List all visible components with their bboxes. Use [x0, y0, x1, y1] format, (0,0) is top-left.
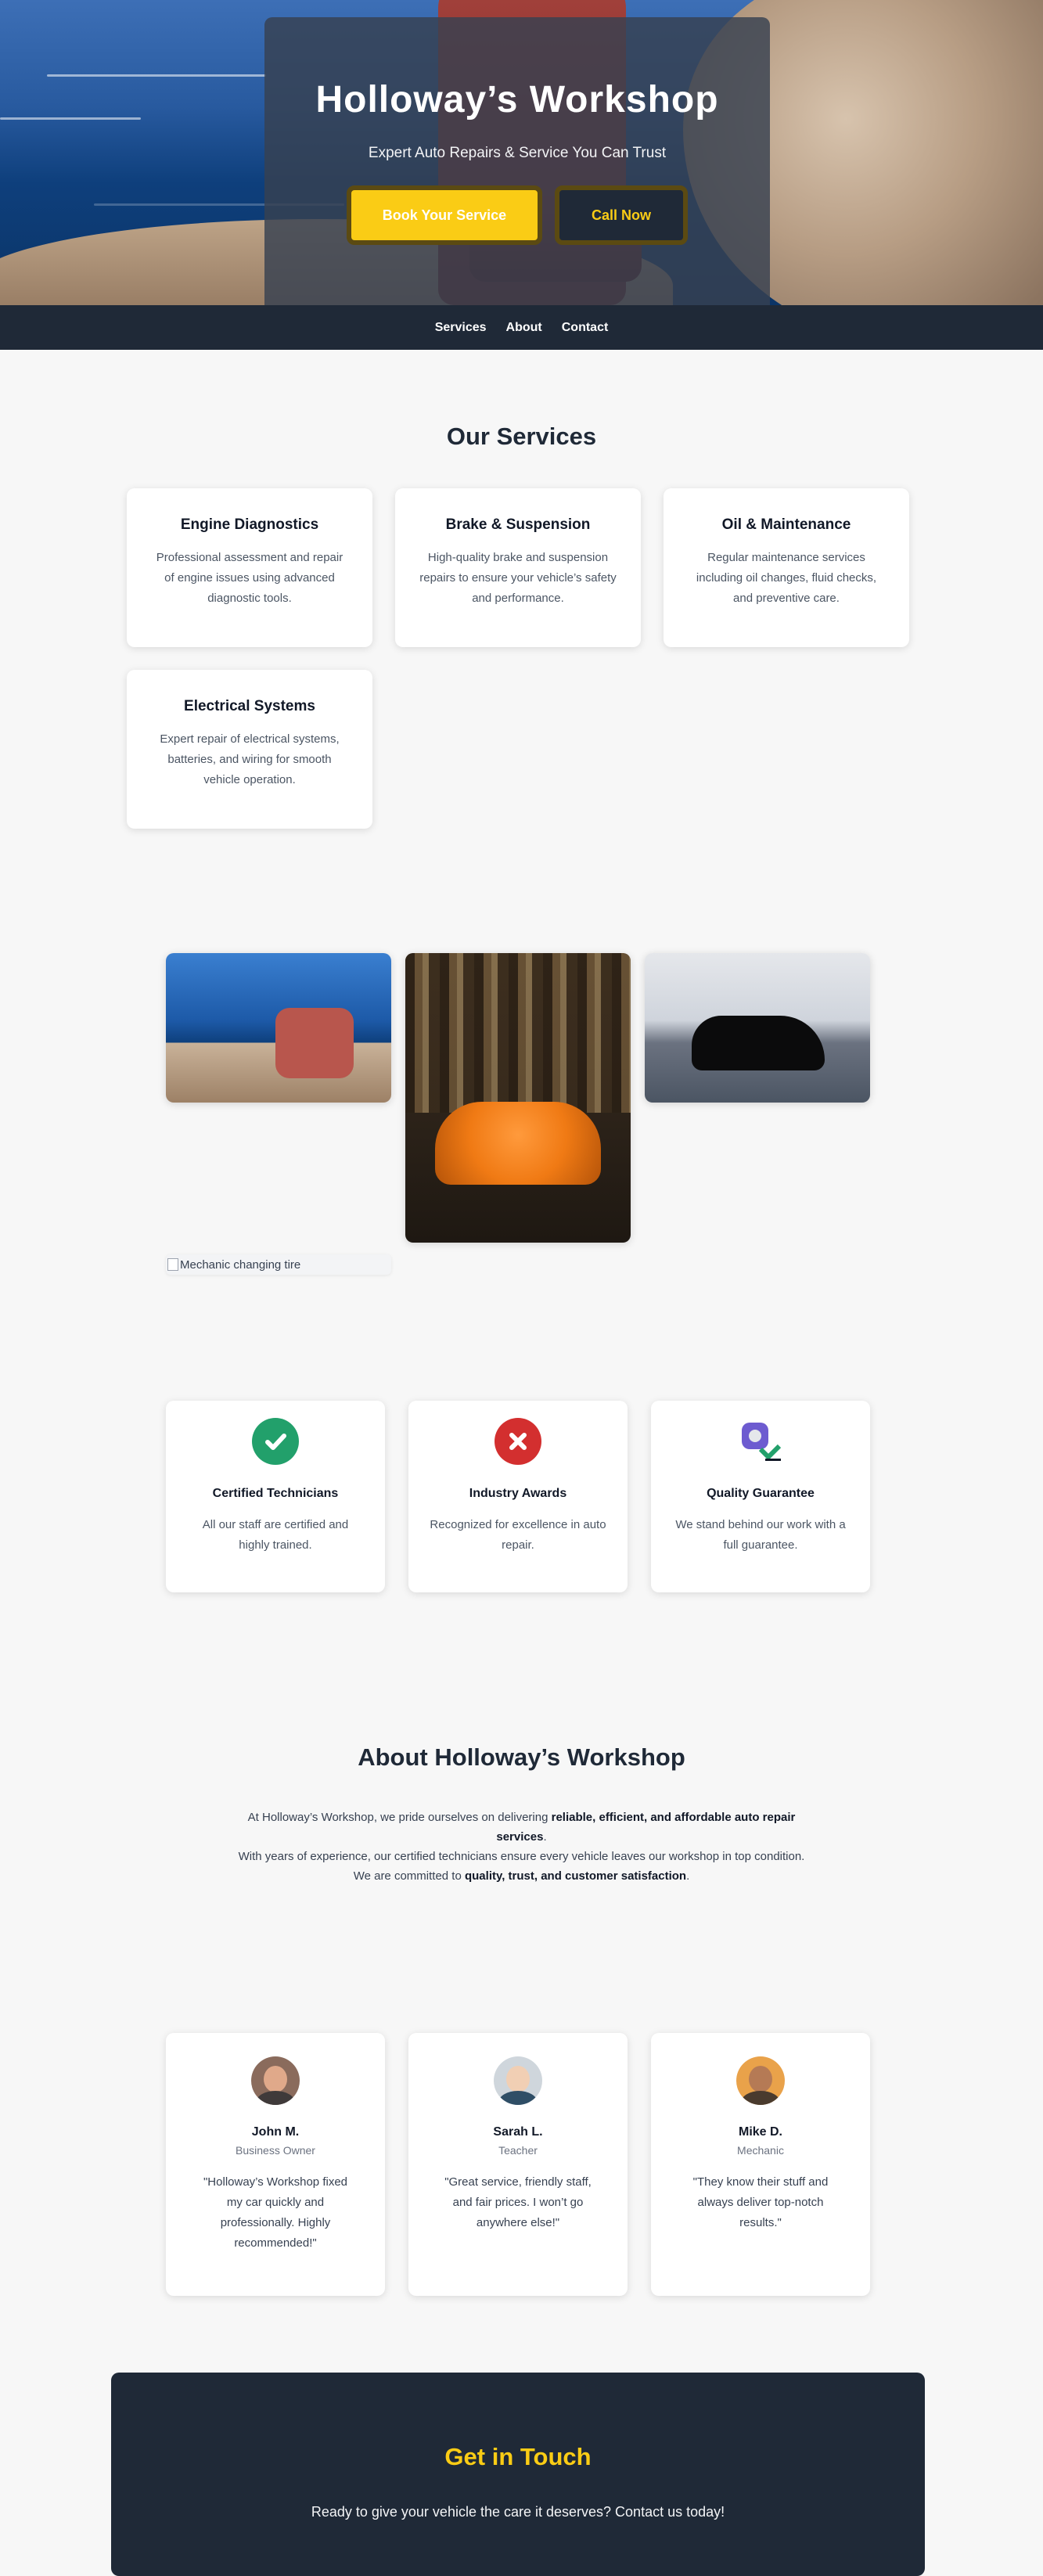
- nav-item-contact[interactable]: Contact: [562, 321, 609, 335]
- book-service-button[interactable]: Book Your Service: [347, 185, 542, 245]
- feature-title: Quality Guarantee: [707, 1487, 815, 1500]
- about-paragraph-1: At Holloway’s Workshop, we pride ourselv…: [235, 1808, 808, 1847]
- about-title: About Holloway’s Workshop: [358, 1743, 685, 1771]
- gallery-image-chair: [166, 953, 391, 1103]
- avatar-body: [498, 2091, 538, 2105]
- broken-image-alt: Mechanic changing tire: [180, 1257, 301, 1272]
- service-card-engine: Engine Diagnostics Professional assessme…: [127, 488, 372, 647]
- about-text-span: At Holloway’s Workshop, we pride ourselv…: [247, 1811, 552, 1824]
- about-text: At Holloway’s Workshop, we pride ourselv…: [235, 1808, 808, 1886]
- avatar-body: [256, 2091, 295, 2105]
- gallery-trees-shape: [405, 953, 631, 1113]
- hero-bg-wave: [0, 117, 141, 120]
- gallery-image-broken: Mechanic changing tire: [166, 1254, 391, 1275]
- avatar-body: [741, 2091, 780, 2105]
- gallery-image-black-car: [645, 953, 870, 1103]
- service-title: Brake & Suspension: [445, 516, 591, 533]
- testimonial-quote: "They know their stuff and always delive…: [692, 2175, 829, 2229]
- testimonial-name: Mike D.: [738, 2125, 782, 2139]
- call-now-button[interactable]: Call Now: [555, 185, 688, 245]
- hero-panel: Holloway’s Workshop Expert Auto Repairs …: [264, 17, 770, 305]
- contact-title: Get in Touch: [444, 2443, 592, 2470]
- about-highlight: quality, trust, and customer satisfactio…: [464, 1869, 687, 1883]
- hero-title: Holloway’s Workshop: [315, 79, 719, 121]
- service-desc: Regular maintenance services including o…: [696, 551, 877, 605]
- avatar: [736, 2056, 785, 2105]
- hero-buttons: Book Your Service Call Now: [264, 185, 770, 245]
- testimonial-card: Sarah L. Teacher "Great service, friendl…: [408, 2033, 628, 2296]
- about-paragraph-3: We are committed to quality, trust, and …: [235, 1866, 808, 1886]
- hero-section: Holloway’s Workshop Expert Auto Repairs …: [0, 0, 1043, 305]
- service-title: Engine Diagnostics: [180, 516, 319, 533]
- service-desc: Professional assessment and repair of en…: [156, 551, 343, 605]
- check-icon: [252, 1418, 299, 1465]
- about-text-span: .: [543, 1830, 547, 1844]
- feature-title: Industry Awards: [469, 1487, 567, 1500]
- gallery-car-shape: [435, 1102, 601, 1185]
- nav-item-services[interactable]: Services: [435, 321, 487, 335]
- hero-subtitle: Expert Auto Repairs & Service You Can Tr…: [368, 145, 667, 161]
- avatar: [494, 2056, 542, 2105]
- gallery-image-orange-car: [405, 953, 631, 1243]
- broken-image-icon: [167, 1258, 178, 1271]
- nav-item-about[interactable]: About: [506, 321, 542, 335]
- service-card-electrical: Electrical Systems Expert repair of elec…: [127, 670, 372, 829]
- avatar-face: [506, 2066, 530, 2092]
- testimonial-card: John M. Business Owner "Holloway’s Works…: [166, 2033, 385, 2296]
- guarantee-icon: [737, 1418, 784, 1465]
- avatar: [251, 2056, 300, 2105]
- testimonial-quote: "Holloway’s Workshop fixed my car quickl…: [203, 2175, 347, 2250]
- avatar-face: [749, 2066, 772, 2092]
- testimonial-role: Teacher: [498, 2144, 538, 2157]
- avatar-face: [264, 2066, 287, 2092]
- feature-desc: All our staff are certified and highly t…: [202, 1518, 349, 1552]
- gallery-car-shape: [692, 1016, 825, 1070]
- x-icon: [495, 1418, 541, 1465]
- feature-desc: Recognized for excellence in auto repair…: [430, 1518, 606, 1552]
- feature-card-awards: Industry Awards Recognized for excellenc…: [408, 1401, 628, 1592]
- feature-title: Certified Technicians: [212, 1487, 339, 1500]
- service-card-oil: Oil & Maintenance Regular maintenance se…: [664, 488, 909, 647]
- service-card-brake: Brake & Suspension High-quality brake an…: [395, 488, 641, 647]
- contact-text: Ready to give your vehicle the care it d…: [311, 2504, 725, 2520]
- contact-section: Get in Touch Ready to give your vehicle …: [111, 2373, 925, 2576]
- gallery-chair-shape: [275, 1008, 354, 1078]
- service-desc: High-quality brake and suspension repair…: [419, 551, 617, 605]
- service-desc: Expert repair of electrical systems, bat…: [160, 732, 340, 786]
- testimonial-role: Mechanic: [737, 2144, 784, 2157]
- hero-bg-wave: [47, 74, 266, 77]
- testimonial-card: Mike D. Mechanic "They know their stuff …: [651, 2033, 870, 2296]
- testimonial-quote: "Great service, friendly staff, and fair…: [444, 2175, 592, 2229]
- main-nav: Services About Contact: [0, 305, 1043, 350]
- feature-desc: We stand behind our work with a full gua…: [675, 1518, 846, 1552]
- service-title: Electrical Systems: [184, 698, 315, 714]
- about-text-span: .: [686, 1869, 690, 1883]
- feature-card-certified: Certified Technicians All our staff are …: [166, 1401, 385, 1592]
- testimonial-name: John M.: [251, 2125, 300, 2139]
- about-paragraph-2: With years of experience, our certified …: [238, 1850, 805, 1863]
- testimonial-role: Business Owner: [236, 2144, 315, 2157]
- testimonial-name: Sarah L.: [493, 2125, 543, 2139]
- service-title: Oil & Maintenance: [721, 516, 851, 533]
- about-text-span: We are committed to: [353, 1869, 465, 1883]
- feature-card-guarantee: Quality Guarantee We stand behind our wo…: [651, 1401, 870, 1592]
- services-title: Our Services: [446, 423, 597, 450]
